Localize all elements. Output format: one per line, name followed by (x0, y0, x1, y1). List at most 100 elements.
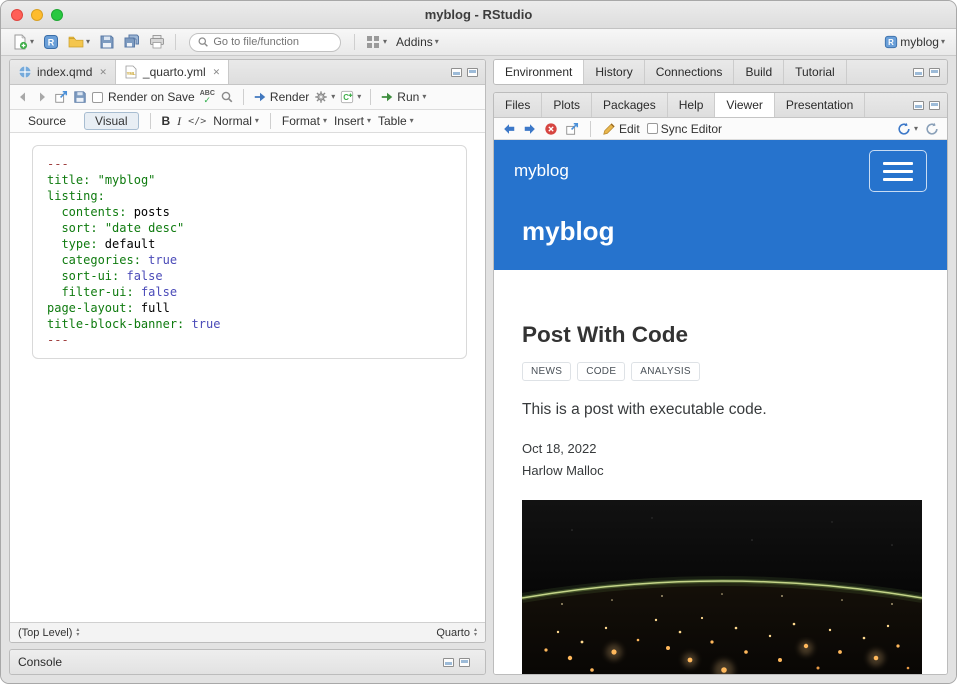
tab-index-qmd[interactable]: index.qmd ✕ (10, 60, 116, 84)
window-controls (11, 9, 63, 21)
addins-label: Addins (396, 35, 433, 49)
close-window-button[interactable] (11, 9, 23, 21)
open-file-button[interactable]: ▾ (65, 32, 93, 52)
save-icon[interactable] (73, 90, 87, 104)
popout-icon[interactable] (54, 90, 68, 104)
maximize-pane-icon[interactable] (929, 101, 940, 110)
render-on-save-checkbox[interactable] (92, 92, 103, 103)
run-button[interactable]: Run ▾ (380, 90, 426, 104)
print-button[interactable] (146, 32, 168, 52)
console-header[interactable]: Console (10, 650, 485, 674)
visual-editor[interactable]: ---title: "myblog"listing: contents: pos… (10, 133, 485, 622)
site-navbar-title[interactable]: myblog (514, 161, 569, 181)
post-description: This is a post with executable code. (522, 401, 947, 419)
tab-plots[interactable]: Plots (542, 93, 592, 117)
insert-chunk-button[interactable]: C ▾ (340, 90, 361, 104)
chevron-down-icon: ▾ (914, 125, 918, 133)
goto-file-search[interactable] (189, 33, 341, 52)
maximize-pane-icon[interactable] (467, 68, 478, 77)
tab-build[interactable]: Build (734, 60, 784, 84)
minimize-pane-icon[interactable] (913, 101, 924, 110)
save-button[interactable] (96, 32, 118, 52)
hamburger-menu-button[interactable] (869, 150, 927, 192)
minimize-pane-icon[interactable] (913, 68, 924, 77)
chevron-down-icon: ▾ (30, 38, 34, 46)
tab-packages[interactable]: Packages (592, 93, 668, 117)
maximize-pane-icon[interactable] (459, 658, 470, 667)
rendered-site: myblog myblog Post With Code (494, 140, 947, 674)
category-badges: NEWS CODE ANALYSIS (522, 362, 947, 381)
reload-pane-button[interactable] (925, 122, 939, 136)
scope-selector[interactable]: (Top Level) ▴▾ (18, 627, 79, 639)
minimize-window-button[interactable] (31, 9, 43, 21)
popout-icon[interactable] (565, 122, 579, 136)
save-all-button[interactable] (121, 32, 143, 52)
tab-files[interactable]: Files (494, 93, 542, 117)
earth-night-image (522, 500, 922, 674)
stop-icon[interactable] (544, 122, 558, 136)
bold-button[interactable]: B (162, 114, 171, 128)
forward-icon[interactable] (35, 90, 49, 104)
edit-button[interactable]: Edit (602, 122, 640, 136)
minimize-pane-icon[interactable] (451, 68, 462, 77)
console-title: Console (18, 655, 62, 669)
tab-history[interactable]: History (584, 60, 644, 84)
format-menu[interactable]: Format ▾ (282, 114, 327, 128)
zoom-window-button[interactable] (51, 9, 63, 21)
project-menu[interactable]: R myblog ▾ (881, 33, 948, 51)
table-menu[interactable]: Table ▾ (378, 114, 414, 128)
category-badge[interactable]: CODE (577, 362, 625, 381)
doc-type-selector[interactable]: Quarto ▴▾ (436, 627, 477, 639)
paragraph-style-select[interactable]: Normal ▾ (213, 114, 259, 128)
tab-connections[interactable]: Connections (645, 60, 735, 84)
yaml-metadata-block[interactable]: ---title: "myblog"listing: contents: pos… (32, 145, 467, 359)
post-author: Harlow Malloc (522, 463, 947, 478)
gear-icon (314, 90, 328, 104)
spellcheck-icon[interactable]: ABC ✓ (200, 90, 215, 104)
category-badge[interactable]: ANALYSIS (631, 362, 700, 381)
refresh-viewer-button[interactable]: ▾ (897, 122, 918, 136)
grid-icon (365, 34, 381, 50)
new-project-button[interactable]: R (40, 32, 62, 52)
tab-environment[interactable]: Environment (494, 60, 584, 84)
source-pane: index.qmd ✕ YML _quarto.yml ✕ (9, 59, 486, 643)
visual-mode-button[interactable]: Visual (84, 112, 138, 130)
close-icon[interactable]: ✕ (99, 67, 107, 78)
tab-quarto-yml[interactable]: YML _quarto.yml ✕ (116, 60, 229, 84)
post-date: Oct 18, 2022 (522, 441, 947, 456)
find-icon[interactable] (220, 90, 234, 104)
tab-tutorial[interactable]: Tutorial (784, 60, 847, 84)
viewer-pane: Files Plots Packages Help Viewer Present… (493, 92, 948, 675)
back-icon[interactable] (502, 122, 516, 136)
tab-help[interactable]: Help (668, 93, 716, 117)
sync-editor-checkbox[interactable]: Sync Editor (647, 122, 722, 136)
minimize-pane-icon[interactable] (443, 658, 454, 667)
code-button[interactable]: </> (188, 116, 206, 127)
print-icon (149, 34, 165, 50)
insert-menu[interactable]: Insert ▾ (334, 114, 371, 128)
back-icon[interactable] (16, 90, 30, 104)
source-mode-button[interactable]: Source (17, 112, 77, 130)
site-navbar: myblog (494, 140, 947, 202)
render-button[interactable]: Render (253, 90, 309, 104)
forward-icon[interactable] (523, 122, 537, 136)
workspace-panes-button[interactable]: ▾ (362, 32, 390, 52)
tab-presentation[interactable]: Presentation (775, 93, 865, 117)
render-options-button[interactable]: ▾ (314, 90, 335, 104)
addins-menu[interactable]: Addins ▾ (393, 33, 442, 51)
toolbar-separator (354, 34, 355, 50)
new-file-button[interactable]: ▾ (9, 32, 37, 52)
italic-button[interactable]: I (177, 114, 181, 129)
goto-file-input[interactable] (213, 36, 333, 48)
category-badge[interactable]: NEWS (522, 362, 571, 381)
viewer-toolbar: Edit Sync Editor ▾ (494, 118, 947, 140)
maximize-pane-icon[interactable] (929, 68, 940, 77)
insert-chunk-icon: C (340, 90, 354, 104)
tab-viewer[interactable]: Viewer (715, 93, 774, 117)
close-icon[interactable]: ✕ (213, 67, 221, 78)
site-header: myblog myblog (494, 140, 947, 270)
chevron-down-icon: ▾ (941, 38, 945, 46)
svg-text:C: C (344, 93, 350, 102)
environment-pane: Environment History Connections Build Tu… (493, 59, 948, 85)
chevron-down-icon: ▾ (331, 93, 335, 101)
